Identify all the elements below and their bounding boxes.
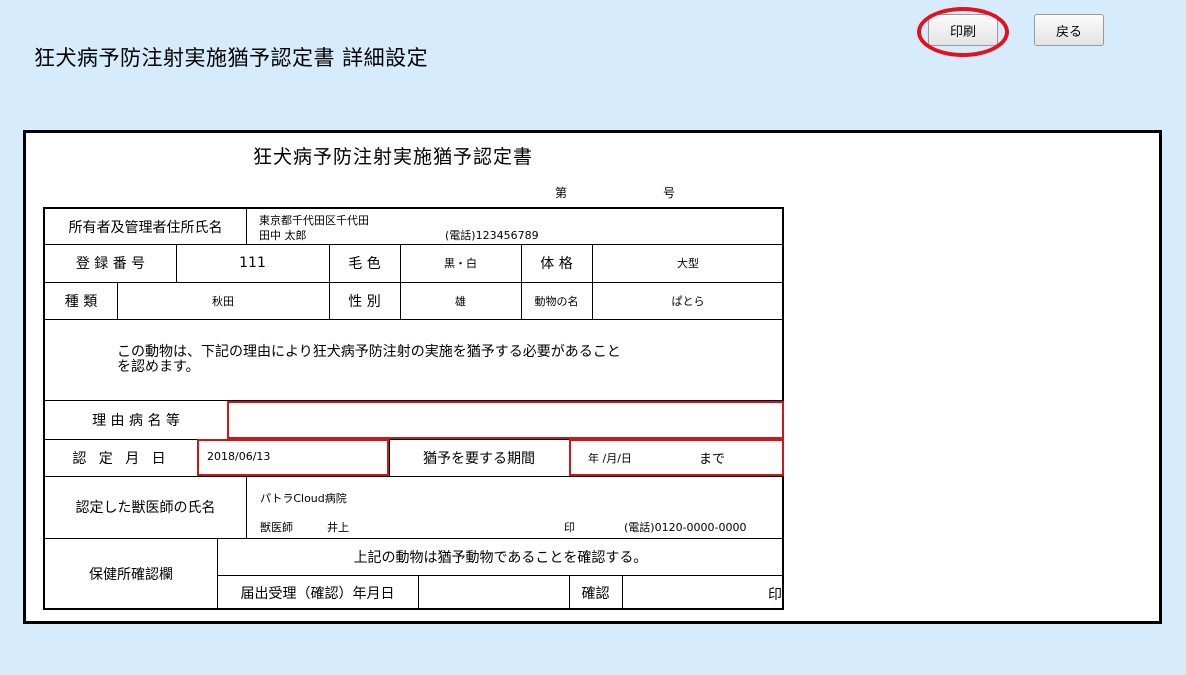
sex-label: 性 別	[348, 293, 381, 310]
vet-name: 井上	[327, 521, 349, 534]
certificate-title: 狂犬病予防注射実施猶予認定書	[253, 146, 534, 168]
cert-date-value: 2018/06/13	[207, 450, 271, 463]
number-prefix: 第	[555, 186, 568, 200]
confirm-seal: 印	[768, 587, 782, 603]
coat-label: 毛 色	[348, 256, 381, 272]
statement-line2: を認めます。	[117, 359, 200, 375]
reason-label: 理 由 病 名 等	[92, 412, 180, 429]
grid-line	[45, 319, 784, 320]
animal-name-value: ぱとら	[671, 294, 705, 308]
size-value: 大型	[677, 257, 699, 270]
health-statement: 上記の動物は猶予動物であることを確認する。	[353, 549, 648, 566]
animal-name-label: 動物の名	[534, 294, 579, 308]
certificate-form: 所有者及管理者住所氏名 東京都千代田区千代田 田中 太郎 (電話)1234567…	[43, 207, 784, 610]
vet-label: 認定した獣医師の氏名	[75, 500, 216, 516]
print-button[interactable]: 印刷	[928, 14, 998, 46]
reg-label: 登 録 番 号	[75, 256, 146, 272]
period-value: 年 /月/日	[588, 452, 632, 465]
vet-seal: 印	[564, 521, 575, 534]
grid-line	[622, 575, 623, 610]
vet-phone: (電話)0120-0000-0000	[624, 521, 747, 534]
reason-field[interactable]	[227, 401, 784, 439]
owner-phone: (電話)123456789	[445, 229, 539, 242]
number-suffix: 号	[663, 186, 676, 200]
owner-label: 所有者及管理者住所氏名	[68, 219, 223, 236]
sex-value: 雄	[455, 294, 466, 308]
grid-line	[246, 476, 247, 538]
receipt-label: 届出受理（確認）年月日	[240, 585, 395, 602]
vet-title: 獣医師	[260, 521, 293, 534]
page-title: 狂犬病予防注射実施猶予認定書 詳細設定	[34, 46, 429, 70]
health-label: 保健所確認欄	[89, 567, 173, 583]
grid-line	[246, 209, 247, 244]
owner-address: 東京都千代田区千代田	[259, 214, 369, 227]
cert-date-label: 認 定 月 日	[72, 450, 170, 467]
back-button[interactable]: 戻る	[1034, 14, 1104, 46]
breed-value: 秋田	[212, 294, 234, 308]
period-until: まで	[699, 452, 726, 467]
coat-value: 黒・白	[444, 257, 477, 270]
reg-value: 111	[239, 255, 266, 271]
owner-name: 田中 太郎	[259, 229, 307, 242]
receipt-value	[418, 575, 569, 610]
clinic-name: パトラCloud病院	[260, 492, 347, 505]
confirm-label: 確認	[581, 585, 610, 602]
period-label: 猶予を要する期間	[423, 450, 535, 467]
size-label: 体 格	[540, 256, 573, 272]
breed-label: 種 類	[64, 293, 98, 310]
